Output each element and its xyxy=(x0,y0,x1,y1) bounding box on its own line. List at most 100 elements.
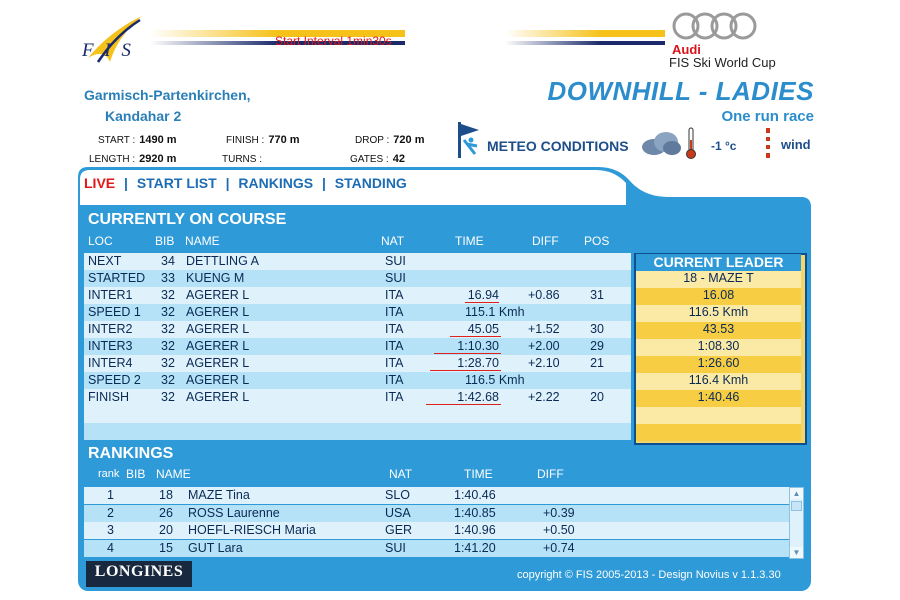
stat-start: START :1490 m xyxy=(98,134,177,146)
col-header-name: NAME xyxy=(185,234,220,248)
course-cell-diff: +2.00 xyxy=(528,339,560,353)
nav-standing[interactable]: STANDING xyxy=(335,175,407,191)
rankings-section-title: RANKINGS xyxy=(88,445,174,462)
thermometer-icon xyxy=(686,127,696,159)
course-cell-diff: +0.86 xyxy=(528,288,560,302)
course-cell-bib: 32 xyxy=(161,373,175,387)
nav-start-list[interactable]: START LIST xyxy=(137,175,217,191)
stat-label: LENGTH : xyxy=(89,154,136,165)
course-cell-pos: 21 xyxy=(590,356,604,370)
course-row: STARTED 33 KUENG M SUI xyxy=(84,270,631,287)
stat-label: GATES : xyxy=(350,154,389,165)
course-cell-nat: ITA xyxy=(385,305,404,319)
course-cell-bib: 33 xyxy=(161,271,175,285)
course-row: SPEED 1 32 AGERER L ITA 115.1 Kmh xyxy=(84,304,631,321)
course-cell-name: AGERER L xyxy=(186,288,250,302)
venue-course: Kandahar 2 xyxy=(105,108,182,124)
course-row: INTER4 32 AGERER L ITA 1:28.70 +2.10 21 xyxy=(84,355,631,372)
ranking-cell-name: ROSS Laurenne xyxy=(188,505,280,520)
header-stripe-right xyxy=(505,30,665,45)
course-cell-name: AGERER L xyxy=(186,339,250,353)
course-cell-nat: ITA xyxy=(385,356,404,370)
course-cell-bib: 32 xyxy=(161,339,175,353)
course-cell-loc: SPEED 1 xyxy=(88,305,141,319)
course-cell-name: AGERER L xyxy=(186,373,250,387)
ranking-cell-diff: +0.39 xyxy=(543,505,575,520)
meteo-label: METEO CONDITIONS xyxy=(487,138,629,154)
course-cell-name: KUENG M xyxy=(186,271,245,285)
ranking-cell-name: GUT Lara xyxy=(188,540,243,555)
scroll-up-icon[interactable]: ▲ xyxy=(790,488,803,499)
course-empty-row xyxy=(84,406,631,423)
course-cell-loc: INTER2 xyxy=(88,322,133,336)
leader-row: 16.08 xyxy=(636,288,801,305)
leader-row: 43.53 xyxy=(636,322,801,339)
course-cell-nat: ITA xyxy=(385,390,404,404)
stat-value: 720 m xyxy=(393,134,425,146)
nav-rankings[interactable]: RANKINGS xyxy=(238,175,313,191)
ranking-cell-diff: +0.50 xyxy=(543,523,575,537)
rank-col-header-bib: BIB xyxy=(126,467,146,481)
rankings-scrollbar[interactable]: ▲ ▼ xyxy=(789,487,804,559)
col-header-time: TIME xyxy=(455,234,484,248)
course-cell-name: AGERER L xyxy=(186,322,250,336)
stat-length: LENGTH :2920 m xyxy=(89,153,176,165)
fis-logo-text: F I S xyxy=(82,40,134,61)
course-cell-loc: STARTED xyxy=(88,271,146,285)
stat-label: TURNS : xyxy=(222,154,262,165)
course-row: FINISH 32 AGERER L ITA 1:42.68 +2.22 20 xyxy=(84,389,631,406)
course-cell-bib: 32 xyxy=(161,390,175,404)
course-row: SPEED 2 32 AGERER L ITA 116.5 Kmh xyxy=(84,372,631,389)
course-empty-row xyxy=(84,423,631,440)
course-cell-time: 45.05 xyxy=(467,322,499,336)
ranking-cell-bib: 26 xyxy=(159,505,173,520)
ranking-row[interactable]: 2 26 ROSS Laurenne USA 1:40.85 +0.39 xyxy=(84,504,789,522)
scroll-down-icon[interactable]: ▼ xyxy=(790,547,803,558)
stat-drop: DROP :720 m xyxy=(355,134,424,146)
stat-value: 1490 m xyxy=(139,134,177,146)
rank-col-header-nat: NAT xyxy=(389,467,413,481)
nav-live[interactable]: LIVE xyxy=(84,175,115,191)
cloud-icon xyxy=(642,132,681,155)
ranking-cell-nat: GER xyxy=(385,523,413,537)
nav-separator: | xyxy=(321,175,326,191)
nav-bar: LIVE | START LIST | RANKINGS | STANDING xyxy=(84,175,407,191)
course-cell-diff: +1.52 xyxy=(528,322,560,336)
leader-row: 1:40.46 xyxy=(636,390,801,407)
col-header-pos: POS xyxy=(584,234,610,248)
course-cell-time: 1:28.70 xyxy=(457,356,499,370)
ranking-cell-time: 1:40.46 xyxy=(454,488,496,502)
leader-row: 18 - MAZE T xyxy=(636,271,801,288)
leader-empty-row xyxy=(636,424,801,441)
course-cell-nat: ITA xyxy=(385,339,404,353)
audi-rings-icon xyxy=(672,12,757,40)
copyright-text: copyright © FIS 2005-2013 - Design Noviu… xyxy=(517,569,781,581)
ranking-row[interactable]: 4 15 GUT Lara SUI 1:41.20 +0.74 xyxy=(84,539,789,557)
ranking-row[interactable]: 1 18 MAZE Tina SLO 1:40.46 xyxy=(84,487,789,504)
course-cell-bib: 32 xyxy=(161,305,175,319)
ranking-cell-bib: 15 xyxy=(159,540,173,555)
rank-col-header-rank: rank xyxy=(98,468,120,480)
course-cell-bib: 32 xyxy=(161,288,175,302)
event-title: DOWNHILL - LADIES xyxy=(547,76,814,106)
course-row: NEXT 34 DETTLING A SUI xyxy=(84,253,631,270)
course-cell-loc: SPEED 2 xyxy=(88,373,141,387)
course-cell-bib: 34 xyxy=(161,254,175,268)
scroll-thumb[interactable] xyxy=(791,501,802,511)
venue-location: Garmisch-Partenkirchen, xyxy=(84,87,251,103)
rank-col-header-name: NAME xyxy=(156,467,191,481)
course-cell-bib: 32 xyxy=(161,322,175,336)
ranking-cell-time: 1:40.96 xyxy=(454,523,496,537)
ranking-row[interactable]: 3 20 HOEFL-RIESCH Maria GER 1:40.96 +0.50 xyxy=(84,522,789,539)
nav-separator: | xyxy=(124,175,128,191)
stat-turns: TURNS : xyxy=(222,153,266,165)
start-interval: Start Interval 1min30s xyxy=(275,34,392,48)
course-cell-time: 1:10.30 xyxy=(457,339,499,353)
temperature-value: -1 °c xyxy=(711,139,737,153)
ranking-cell-rank: 3 xyxy=(107,523,114,537)
course-cell-bib: 32 xyxy=(161,356,175,370)
longines-logo: LONGINES xyxy=(86,561,192,587)
stat-finish: FINISH :770 m xyxy=(226,134,300,146)
ranking-cell-rank: 2 xyxy=(107,505,114,520)
ranking-cell-nat: USA xyxy=(385,505,411,520)
